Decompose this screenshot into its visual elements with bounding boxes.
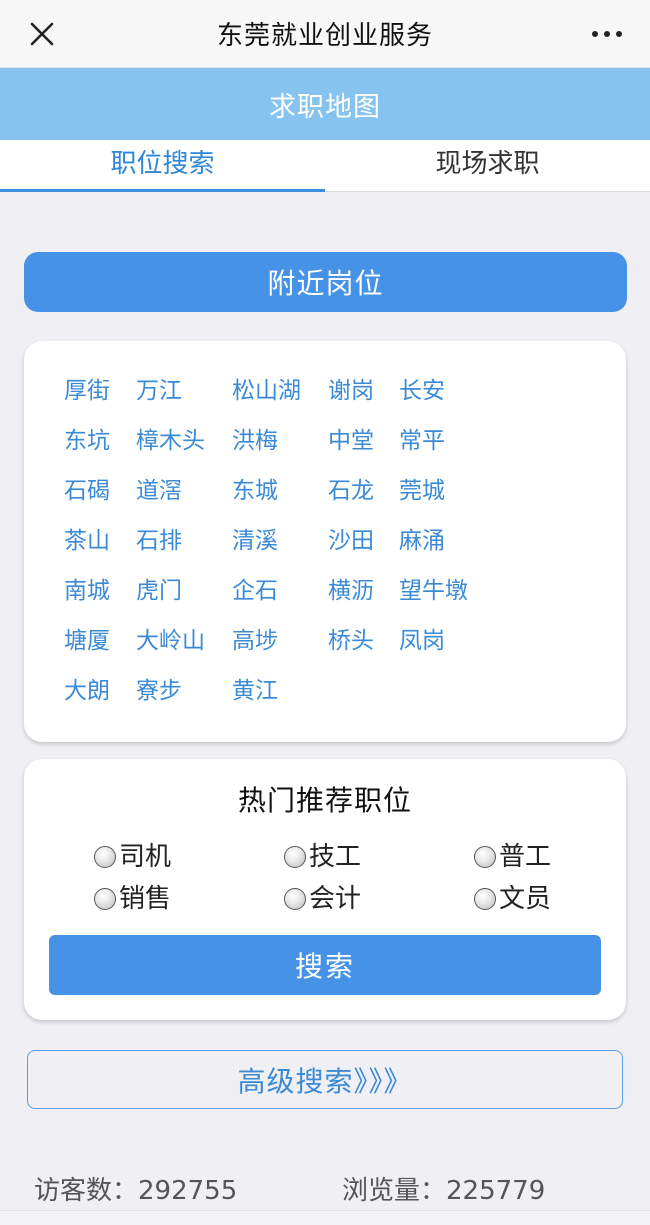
- tab-bar: 职位搜索 现场求职: [0, 140, 650, 192]
- district-link[interactable]: 麻涌: [399, 526, 445, 556]
- district-link[interactable]: 虎门: [136, 576, 182, 606]
- district-link[interactable]: 洪梅: [232, 426, 278, 456]
- district-link[interactable]: 道滘: [136, 476, 182, 506]
- hot-jobs-title: 热门推荐职位: [237, 784, 412, 817]
- view-count: 浏览量：225779: [342, 1170, 545, 1207]
- district-link[interactable]: 大岭山: [136, 626, 205, 656]
- district-link[interactable]: 石排: [136, 526, 182, 556]
- nearby-jobs-button[interactable]: 附近岗位: [24, 252, 627, 312]
- district-link[interactable]: 中堂: [328, 426, 374, 456]
- district-link[interactable]: 横沥: [328, 576, 374, 606]
- district-link[interactable]: 松山湖: [232, 376, 301, 406]
- radio-icon[interactable]: [474, 888, 496, 910]
- option-label: 销售: [119, 884, 172, 914]
- option-label: 文员: [499, 884, 552, 914]
- tab-job-search[interactable]: 职位搜索: [0, 140, 325, 192]
- district-link[interactable]: 塘厦: [64, 626, 110, 656]
- visitor-count: 访客数：292755: [34, 1170, 237, 1207]
- district-link[interactable]: 长安: [399, 376, 445, 406]
- radio-icon[interactable]: [474, 846, 496, 868]
- district-link[interactable]: 厚街: [64, 376, 110, 406]
- district-link[interactable]: 石碣: [64, 476, 110, 506]
- option-label: 会计: [309, 884, 362, 914]
- footer-stats: 访客数：292755 浏览量：225779: [0, 1170, 650, 1210]
- radio-icon[interactable]: [284, 846, 306, 868]
- page-banner: 求职地图: [0, 68, 650, 140]
- district-link[interactable]: 石龙: [328, 476, 374, 506]
- tab-label: 职位搜索: [110, 149, 215, 179]
- district-link[interactable]: 沙田: [328, 526, 374, 556]
- district-link[interactable]: 东坑: [64, 426, 110, 456]
- district-link[interactable]: 莞城: [399, 476, 445, 506]
- district-link[interactable]: 黄江: [232, 676, 278, 706]
- option-label: 技工: [309, 842, 362, 872]
- app-title: 东莞就业创业服务: [216, 21, 433, 51]
- district-card: 厚街 万江 松山湖 谢岗 长安东坑 樟木头 洪梅 中堂 常平石碣 道滘 东城 石龙 莞城茶山 石排 清溪 沙田…: [24, 341, 626, 742]
- page-title: 求职地图: [269, 91, 381, 123]
- hot-jobs-card: 热门推荐职位 司机 技工 普工 销售 会计 文员 搜索: [24, 759, 626, 1020]
- visitor-value: 292755: [138, 1176, 238, 1206]
- option-general-worker[interactable]: 普工: [474, 841, 551, 873]
- option-accountant[interactable]: 会计: [284, 883, 361, 915]
- visitor-label: 访客数：: [34, 1176, 139, 1206]
- district-link[interactable]: 寮步: [136, 676, 182, 706]
- tab-onsite-job[interactable]: 现场求职: [325, 140, 650, 191]
- advanced-search-button[interactable]: 高级搜索》》》: [27, 1050, 623, 1109]
- view-value: 225779: [446, 1176, 546, 1206]
- bottom-strip: [0, 1210, 650, 1225]
- option-technician[interactable]: 技工: [284, 841, 361, 873]
- radio-icon[interactable]: [94, 846, 116, 868]
- radio-icon[interactable]: [284, 888, 306, 910]
- more-icon[interactable]: [590, 26, 624, 42]
- close-icon[interactable]: [28, 20, 56, 48]
- radio-icon[interactable]: [94, 888, 116, 910]
- option-driver[interactable]: 司机: [94, 841, 171, 873]
- view-label: 浏览量：: [342, 1176, 447, 1206]
- option-label: 普工: [499, 842, 552, 872]
- search-button[interactable]: 搜索: [49, 935, 601, 995]
- district-link[interactable]: 樟木头: [136, 426, 205, 456]
- district-link[interactable]: 高埗: [232, 626, 278, 656]
- search-label: 搜索: [294, 950, 355, 983]
- district-link[interactable]: 企石: [232, 576, 278, 606]
- district-link[interactable]: 望牛墩: [399, 576, 468, 606]
- district-link[interactable]: 桥头: [328, 626, 374, 656]
- top-bar: 东莞就业创业服务: [0, 0, 650, 68]
- advanced-search-label: 高级搜索》》》: [237, 1064, 413, 1098]
- district-link[interactable]: 大朗: [64, 676, 110, 706]
- district-link[interactable]: 茶山: [64, 526, 110, 556]
- district-link[interactable]: 凤岗: [399, 626, 445, 656]
- option-clerk[interactable]: 文员: [474, 883, 551, 915]
- district-link[interactable]: 清溪: [232, 526, 278, 556]
- district-link[interactable]: 万江: [136, 376, 182, 406]
- nearby-jobs-label: 附近岗位: [267, 267, 384, 300]
- tab-label: 现场求职: [435, 149, 540, 179]
- option-label: 司机: [119, 842, 172, 872]
- option-sales[interactable]: 销售: [94, 883, 171, 915]
- district-link[interactable]: 南城: [64, 576, 110, 606]
- district-link[interactable]: 常平: [399, 426, 445, 456]
- district-link[interactable]: 谢岗: [328, 376, 374, 406]
- district-link[interactable]: 东城: [232, 476, 278, 506]
